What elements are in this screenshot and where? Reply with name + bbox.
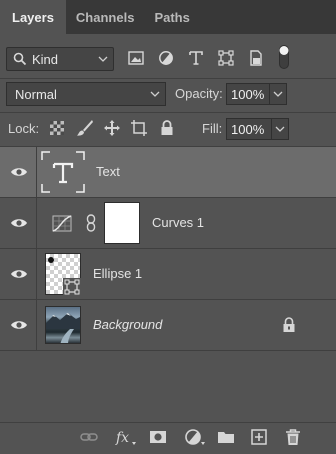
opacity-slider-button[interactable] <box>270 83 287 105</box>
layer-row-text[interactable]: Text <box>0 147 336 198</box>
visibility-eye-icon[interactable] <box>10 266 28 282</box>
lock-transparent-pixels-icon[interactable] <box>48 119 66 137</box>
opacity-input[interactable]: 100% <box>226 83 270 105</box>
divider <box>36 198 37 249</box>
lock-all-icon[interactable] <box>158 119 176 137</box>
chevron-down-icon <box>275 126 285 132</box>
text-layer-thumbnail-icon[interactable] <box>40 150 86 194</box>
visibility-eye-icon[interactable] <box>10 317 28 333</box>
lock-image-pixels-icon[interactable] <box>76 119 94 137</box>
filter-kind-select[interactable]: Kind <box>6 47 114 71</box>
layer-row-background[interactable]: Background <box>0 300 336 351</box>
divider <box>0 422 336 423</box>
divider <box>36 300 37 351</box>
layers-list: Text Curves 1 Ellipse 1 Background <box>0 147 336 351</box>
adjustment-filter-icon[interactable] <box>158 50 174 66</box>
tab-channels[interactable]: Channels <box>66 0 145 34</box>
lock-label: Lock: <box>8 121 40 136</box>
layer-row-curves[interactable]: Curves 1 <box>0 198 336 249</box>
layer-mask-thumbnail[interactable] <box>104 202 140 244</box>
divider <box>0 78 336 79</box>
mask-link-icon[interactable] <box>86 214 96 232</box>
chevron-down-icon <box>98 56 108 62</box>
image-filter-icon[interactable] <box>128 50 144 66</box>
fill-value: 100% <box>231 121 265 137</box>
layer-name[interactable]: Text <box>96 164 120 179</box>
filter-kind-label: Kind <box>32 51 59 67</box>
blend-mode-select[interactable]: Normal <box>6 82 166 106</box>
smart-object-filter-icon[interactable] <box>248 50 264 66</box>
shape-filter-icon[interactable] <box>218 50 234 66</box>
layer-name[interactable]: Background <box>93 317 162 332</box>
svg-text:fx: fx <box>115 430 129 446</box>
fill-slider-button[interactable] <box>272 118 289 140</box>
blend-mode-value: Normal <box>15 86 57 102</box>
fill-input[interactable]: 100% <box>226 118 272 140</box>
divider <box>36 249 37 300</box>
lock-artboard-icon[interactable] <box>130 119 148 137</box>
panel-tab-bar: Layers Channels Paths <box>0 0 336 34</box>
chevron-down-icon <box>273 91 283 97</box>
delete-layer-icon[interactable] <box>284 428 302 446</box>
layer-row-ellipse[interactable]: Ellipse 1 <box>0 249 336 300</box>
layer-style-fx-icon[interactable]: fx <box>115 428 137 446</box>
search-icon <box>13 52 27 66</box>
new-fill-adjustment-icon[interactable] <box>184 428 206 446</box>
new-group-icon[interactable] <box>217 428 235 446</box>
layer-name[interactable]: Ellipse 1 <box>93 266 142 281</box>
divider <box>0 112 336 113</box>
link-layers-icon[interactable] <box>80 428 98 446</box>
vector-shape-badge-icon <box>63 278 81 296</box>
curves-adjustment-icon <box>52 215 72 232</box>
lock-position-icon[interactable] <box>103 119 121 137</box>
landscape-photo-icon <box>46 313 80 343</box>
opacity-label: Opacity: <box>175 86 223 101</box>
filter-toggle-icon[interactable] <box>279 45 289 69</box>
image-layer-thumbnail[interactable] <box>45 306 81 344</box>
panel-footer-toolbar: fx <box>0 424 336 452</box>
new-layer-icon[interactable] <box>250 428 268 446</box>
tab-paths[interactable]: Paths <box>144 0 199 34</box>
divider <box>36 147 37 198</box>
type-filter-icon[interactable] <box>188 50 204 66</box>
chevron-down-icon <box>150 91 160 97</box>
add-mask-icon[interactable] <box>149 428 167 446</box>
visibility-eye-icon[interactable] <box>10 215 28 231</box>
layers-panel: Layers Channels Paths Kind Normal Opacit… <box>0 0 336 454</box>
tab-layers[interactable]: Layers <box>0 0 66 34</box>
visibility-eye-icon[interactable] <box>10 164 28 180</box>
opacity-value: 100% <box>231 86 265 102</box>
layer-name[interactable]: Curves 1 <box>152 215 204 230</box>
fill-label: Fill: <box>202 121 223 136</box>
lock-icon[interactable] <box>282 317 296 333</box>
